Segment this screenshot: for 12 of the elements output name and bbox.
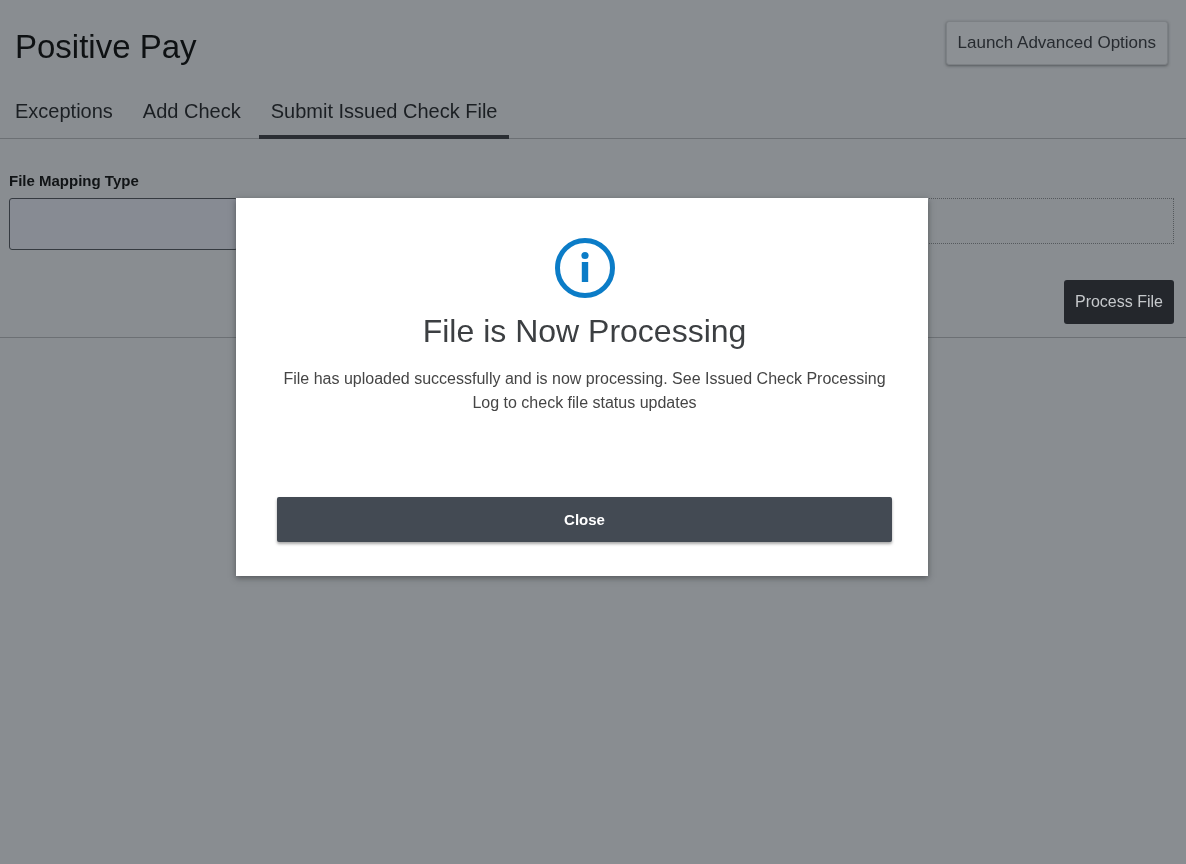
info-icon — [554, 238, 615, 298]
tab[interactable]: Submit Issued Check File — [258, 84, 510, 139]
select-field[interactable] — [9, 198, 238, 250]
page-title: Positive Pay — [15, 29, 197, 65]
dialog-message: File has uploaded successfully and is now processing. See Issued Check Processing Log to check file status updates — [282, 369, 887, 413]
tab[interactable]: Add Check — [130, 84, 253, 139]
tab[interactable]: Exceptions — [3, 84, 125, 139]
field-label: File Mapping Type — [9, 172, 140, 190]
process-file-button[interactable]: Process File — [1063, 280, 1174, 324]
launch-options-button[interactable]: Launch Advanced Options — [945, 21, 1168, 65]
close-button[interactable]: Close — [277, 497, 892, 542]
dialog-title: File is Now Processing — [422, 312, 747, 350]
